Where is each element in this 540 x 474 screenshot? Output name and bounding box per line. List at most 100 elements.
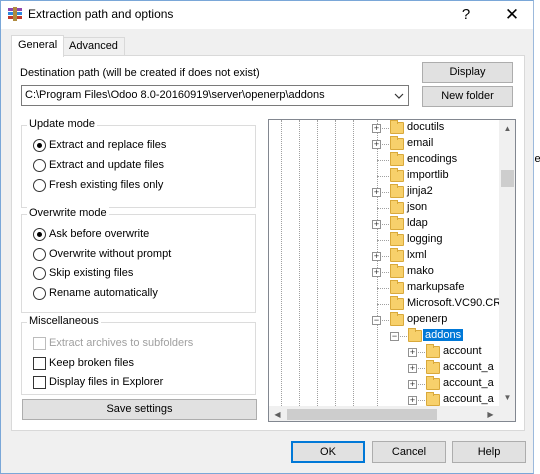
vertical-scrollbar[interactable]: ▲ ▼ <box>499 120 515 406</box>
help-title-button[interactable]: ? <box>445 1 487 29</box>
folder-tree[interactable]: + docutils + email encodings importlib +… <box>268 119 516 422</box>
tree-item-ldap[interactable]: + ldap <box>269 216 499 232</box>
scroll-right-icon[interactable]: ▶ <box>482 406 499 421</box>
tree-item-label[interactable]: encodings <box>405 153 459 165</box>
expand-icon[interactable]: + <box>408 364 417 373</box>
tree-item-encodings[interactable]: encodings <box>269 152 499 168</box>
tree-item-label[interactable]: ldap <box>405 217 430 229</box>
folder-icon <box>426 360 440 374</box>
update-mode-group: Update mode Extract and replace files Ex… <box>21 118 256 208</box>
expand-icon[interactable]: + <box>408 380 417 389</box>
option-label: Ask before overwrite <box>49 228 150 240</box>
tree-item-email[interactable]: + email <box>269 136 499 152</box>
expand-icon[interactable]: + <box>372 220 381 229</box>
tree-connector <box>377 176 389 177</box>
tree-item-label[interactable]: jinja2 <box>405 185 435 197</box>
tree-item-label[interactable]: docutils <box>405 121 446 133</box>
radio-button[interactable] <box>33 139 46 152</box>
tree-item-addons[interactable]: − addons <box>269 328 499 344</box>
scroll-up-icon[interactable]: ▲ <box>499 120 515 137</box>
collapse-icon[interactable]: − <box>390 332 399 341</box>
tree-item-label[interactable]: account_a <box>441 377 496 389</box>
radio-button[interactable] <box>33 267 46 280</box>
tree-item-importlib[interactable]: importlib <box>269 168 499 184</box>
tree-item-label[interactable]: markupsafe <box>405 281 466 293</box>
general-panel: Destination path (will be created if doe… <box>11 55 525 431</box>
radio-button[interactable] <box>33 179 46 192</box>
tree-item-json[interactable]: json <box>269 200 499 216</box>
miscellaneous-title: Miscellaneous <box>27 315 101 327</box>
tree-item-label[interactable]: account_a <box>441 361 496 373</box>
folder-icon <box>390 120 404 134</box>
folder-open-icon <box>408 328 422 342</box>
display-button[interactable]: Display <box>422 62 513 83</box>
tree-connector <box>377 160 389 161</box>
tree-item-jinja2[interactable]: + jinja2 <box>269 184 499 200</box>
tree-item-markupsafe[interactable]: markupsafe <box>269 280 499 296</box>
tab-general[interactable]: General <box>11 35 65 57</box>
tree-item-label[interactable]: logging <box>405 233 444 245</box>
tree-item-account-a-1[interactable]: + account_a <box>269 360 499 376</box>
tree-item-label[interactable]: lxml <box>405 249 429 261</box>
expand-icon[interactable]: + <box>372 124 381 133</box>
expand-icon[interactable]: + <box>372 140 381 149</box>
tree-item-docutils[interactable]: + docutils <box>269 120 499 136</box>
folder-icon <box>390 152 404 166</box>
radio-button[interactable] <box>33 228 46 241</box>
tree-item-openerp[interactable]: − openerp <box>269 312 499 328</box>
tree-item-label[interactable]: openerp <box>405 313 449 325</box>
vertical-scroll-thumb[interactable] <box>501 170 514 187</box>
ok-button[interactable]: OK <box>291 441 365 463</box>
destination-path-value[interactable]: C:\Program Files\Odoo 8.0-20160919\serve… <box>25 89 325 101</box>
horizontal-scrollbar[interactable]: ◀ ▶ <box>269 406 499 421</box>
tree-item-account-a-2[interactable]: + account_a <box>269 376 499 392</box>
expand-icon[interactable]: + <box>372 188 381 197</box>
tree-item-label[interactable]: mako <box>405 265 436 277</box>
folder-icon <box>390 264 404 278</box>
option-label: Extract and replace files <box>49 139 167 151</box>
new-folder-button[interactable]: New folder <box>422 86 513 107</box>
tree-item-lxml[interactable]: + lxml <box>269 248 499 264</box>
radio-button[interactable] <box>33 287 46 300</box>
close-button[interactable]: ✕ <box>491 1 533 29</box>
option-label: Rename automatically <box>49 287 158 299</box>
tree-connector <box>377 304 389 305</box>
option-label: Overwrite without prompt <box>49 248 172 260</box>
scrollbar-corner <box>499 406 515 421</box>
scroll-left-icon[interactable]: ◀ <box>269 406 286 421</box>
collapse-icon[interactable]: − <box>372 316 381 325</box>
tree-item-account[interactable]: + account <box>269 344 499 360</box>
help-button[interactable]: Help <box>452 441 526 463</box>
option-label: Skip existing files <box>49 267 134 279</box>
tree-item-label[interactable]: importlib <box>405 169 451 181</box>
expand-icon[interactable]: + <box>408 396 417 405</box>
expand-icon[interactable]: + <box>372 252 381 261</box>
save-settings-button[interactable]: Save settings <box>22 399 257 420</box>
option-label: Display files in Explorer <box>49 376 164 388</box>
winrar-icon <box>8 7 22 21</box>
folder-icon <box>390 296 404 310</box>
radio-button[interactable] <box>33 248 46 261</box>
tree-item-logging[interactable]: logging <box>269 232 499 248</box>
scroll-down-icon[interactable]: ▼ <box>499 389 515 406</box>
folder-icon <box>390 248 404 262</box>
cancel-button[interactable]: Cancel <box>372 441 446 463</box>
folder-icon <box>390 136 404 150</box>
tree-item-label[interactable]: email <box>405 137 435 149</box>
tree-item-label[interactable]: Microsoft.VC90.CR <box>405 297 503 309</box>
tree-item-label[interactable]: json <box>405 201 429 213</box>
checkbox[interactable] <box>33 357 46 370</box>
tab-advanced[interactable]: Advanced <box>62 37 125 56</box>
radio-button[interactable] <box>33 159 46 172</box>
horizontal-scroll-thumb[interactable] <box>287 409 437 420</box>
checkbox[interactable] <box>33 376 46 389</box>
destination-path-combobox[interactable]: C:\Program Files\Odoo 8.0-20160919\serve… <box>21 85 409 106</box>
chevron-down-icon[interactable] <box>392 88 406 103</box>
tree-item-microsoft-vc90[interactable]: Microsoft.VC90.CR <box>269 296 501 312</box>
tree-item-label[interactable]: account_a <box>441 393 496 405</box>
tree-item-label[interactable]: account <box>441 345 484 357</box>
expand-icon[interactable]: + <box>408 348 417 357</box>
tree-item-mako[interactable]: + mako <box>269 264 499 280</box>
tree-item-label-selected[interactable]: addons <box>423 329 464 341</box>
expand-icon[interactable]: + <box>372 268 381 277</box>
